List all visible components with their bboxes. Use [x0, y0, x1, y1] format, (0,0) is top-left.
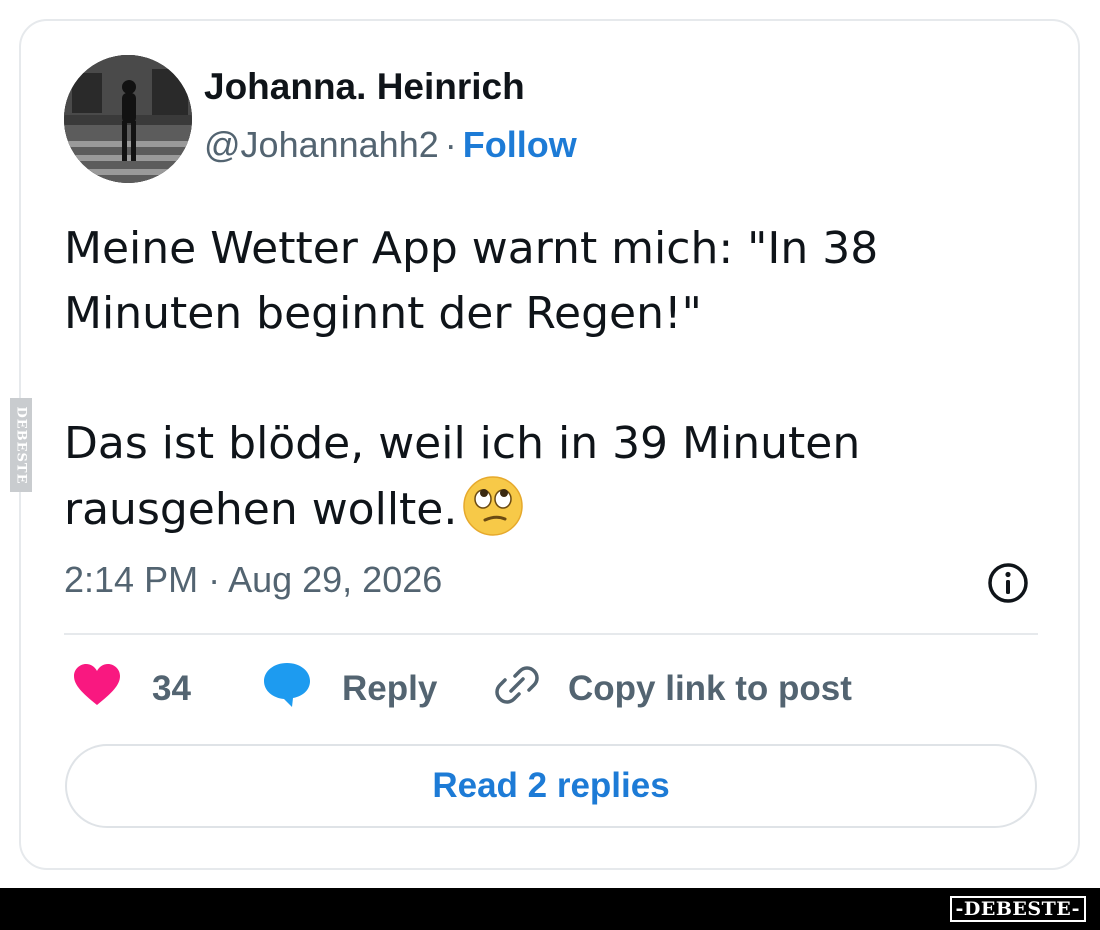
- rolling-eyes-emoji-icon: [463, 476, 524, 536]
- tweet-card: Johanna. Heinrich @Johannahh2 · Follow Mei…: [19, 19, 1080, 870]
- speech-bubble-icon: [262, 661, 312, 718]
- reply-button[interactable]: Reply: [262, 661, 437, 717]
- action-bar: 34 Reply Copy link to post: [64, 661, 1038, 717]
- tweet-paragraph-2: Das ist blöde, weil ich in 39 Minuten ra…: [64, 418, 861, 535]
- read-replies-button[interactable]: Read 2 replies: [65, 744, 1037, 828]
- handle-row: @Johannahh2 · Follow: [204, 124, 577, 166]
- divider: [64, 633, 1038, 635]
- reply-label: Reply: [342, 669, 438, 708]
- handle[interactable]: @Johannahh2: [204, 124, 439, 165]
- like-button[interactable]: 34: [72, 661, 191, 717]
- copy-link-button[interactable]: Copy link to post: [494, 661, 852, 717]
- like-count: 34: [152, 669, 191, 708]
- tweet-paragraph-2-wrap: Das ist blöde, weil ich in 39 Minuten ra…: [64, 411, 1044, 542]
- copy-link-label: Copy link to post: [568, 669, 852, 708]
- tweet-text: Meine Wetter App warnt mich: "In 38 Minu…: [64, 216, 1044, 542]
- heart-icon: [72, 663, 122, 716]
- avatar[interactable]: [64, 55, 192, 183]
- tweet-timestamp[interactable]: 2:14 PM · Aug 29, 2026: [64, 559, 442, 601]
- footer-bar: -DEBESTE-: [0, 888, 1100, 930]
- info-icon[interactable]: [986, 561, 1030, 605]
- handle-separator: ·: [444, 124, 457, 165]
- side-watermark: DEBESTE: [10, 398, 32, 492]
- side-watermark-text: DEBESTE: [13, 405, 29, 485]
- display-name[interactable]: Johanna. Heinrich: [204, 66, 525, 108]
- footer-watermark-logo: -DEBESTE-: [949, 896, 1086, 922]
- link-icon: [494, 662, 540, 717]
- tweet-paragraph-1: Meine Wetter App warnt mich: "In 38 Minu…: [64, 223, 879, 339]
- follow-button[interactable]: Follow: [463, 124, 577, 165]
